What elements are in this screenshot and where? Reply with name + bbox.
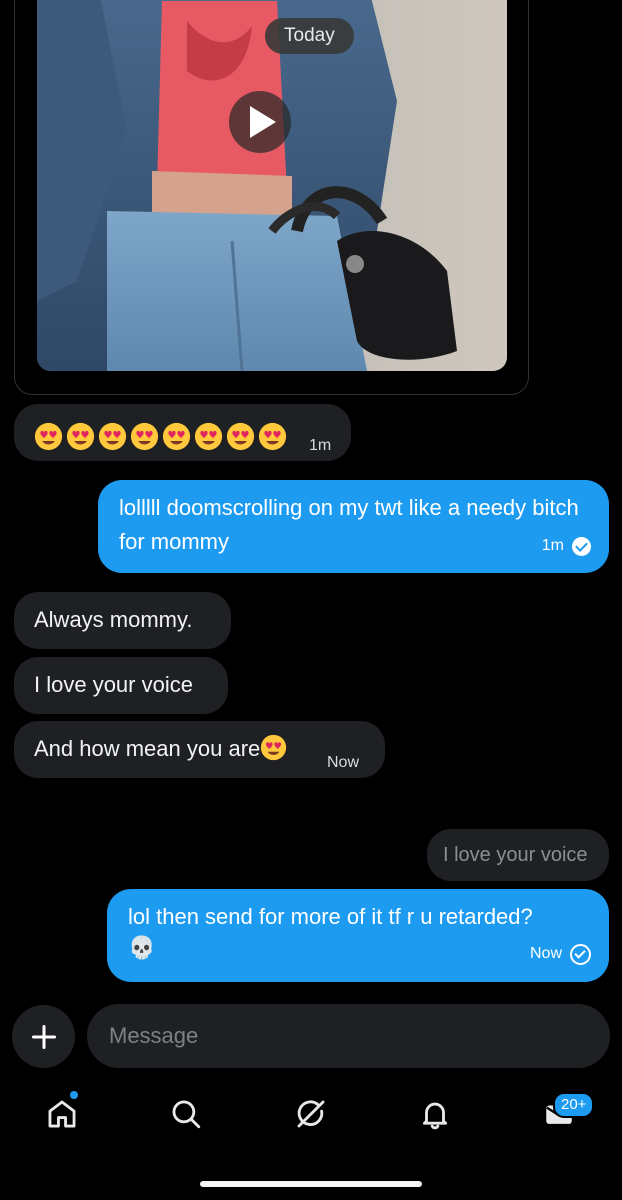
nav-notifications[interactable] — [415, 1094, 455, 1134]
play-button[interactable] — [229, 91, 291, 153]
reply-preview-text: I love your voice — [443, 844, 588, 866]
message-bubble-outgoing[interactable]: lol then send for more of it tf r u reta… — [107, 889, 609, 982]
heart-eyes-emoji-icon — [130, 422, 159, 450]
heart-eyes-emoji-icon — [162, 422, 191, 450]
message-bubble-incoming[interactable]: 1m — [14, 404, 351, 461]
nav-grok[interactable] — [291, 1094, 331, 1134]
reply-preview-bubble[interactable]: I love your voice — [427, 829, 609, 881]
message-timestamp: 1m — [541, 537, 564, 554]
message-input[interactable] — [87, 1004, 610, 1068]
video-thumbnail[interactable] — [37, 0, 507, 371]
search-icon — [172, 1100, 201, 1129]
heart-eyes-emoji-icon — [258, 422, 287, 450]
heart-eyes-emoji-icon — [98, 422, 127, 450]
message-timestamp: Now — [529, 945, 562, 962]
message-bubble-outgoing[interactable]: lolllll doomscrolling on my twt like a n… — [98, 480, 609, 573]
play-icon — [250, 106, 276, 138]
video-message[interactable] — [14, 0, 529, 395]
emoji-row — [34, 422, 287, 451]
grok-icon — [297, 1100, 325, 1128]
heart-eyes-emoji-icon — [226, 422, 255, 450]
nav-search[interactable] — [166, 1094, 206, 1134]
message-meta: 1m — [542, 529, 591, 563]
message-text: lolllll doomscrolling on my twt like a n… — [119, 495, 579, 554]
heart-eyes-emoji-icon — [34, 422, 63, 450]
home-unread-indicator — [70, 1091, 78, 1099]
heart-eyes-emoji-icon — [261, 734, 287, 761]
bell-icon — [422, 1102, 448, 1130]
message-timestamp: 1m — [309, 437, 332, 454]
message-text: Always mommy. — [34, 607, 193, 632]
home-indicator — [200, 1181, 422, 1187]
add-attachment-button[interactable] — [12, 1005, 75, 1068]
date-separator: Today — [265, 18, 354, 54]
nav-home[interactable] — [42, 1094, 82, 1134]
message-bubble-incoming[interactable]: And how mean you are Now — [14, 721, 385, 778]
sent-check-icon — [570, 943, 591, 965]
heart-eyes-emoji-icon — [194, 422, 223, 450]
messages-badge: 20+ — [553, 1092, 595, 1118]
video-thumbnail-image — [37, 0, 507, 371]
message-text: And how mean you are — [34, 736, 261, 761]
message-timestamp: Now — [327, 754, 360, 771]
read-check-icon — [572, 536, 591, 556]
message-bubble-incoming[interactable]: I love your voice — [14, 657, 228, 714]
heart-eyes-emoji-icon — [66, 422, 95, 450]
message-meta: Now — [530, 937, 591, 971]
home-icon — [48, 1100, 76, 1128]
message-text: I love your voice — [34, 672, 193, 697]
message-text: lol then send for more of it tf r u reta… — [128, 904, 533, 929]
skull-emoji-icon: 💀 — [128, 935, 156, 960]
message-bubble-incoming[interactable]: Always mommy. — [14, 592, 231, 649]
